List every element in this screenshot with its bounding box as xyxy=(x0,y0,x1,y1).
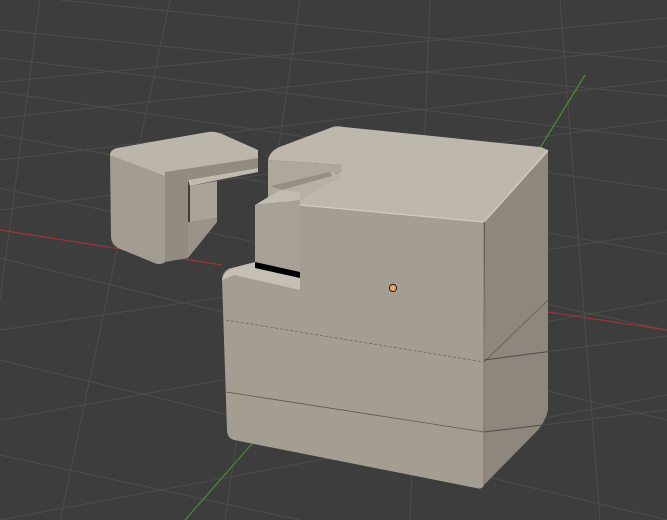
detached-piece[interactable] xyxy=(110,131,258,264)
main-block[interactable] xyxy=(222,126,549,489)
object-origin-marker[interactable] xyxy=(388,283,398,293)
viewport-canvas[interactable] xyxy=(0,0,667,520)
3d-viewport[interactable] xyxy=(0,0,667,520)
